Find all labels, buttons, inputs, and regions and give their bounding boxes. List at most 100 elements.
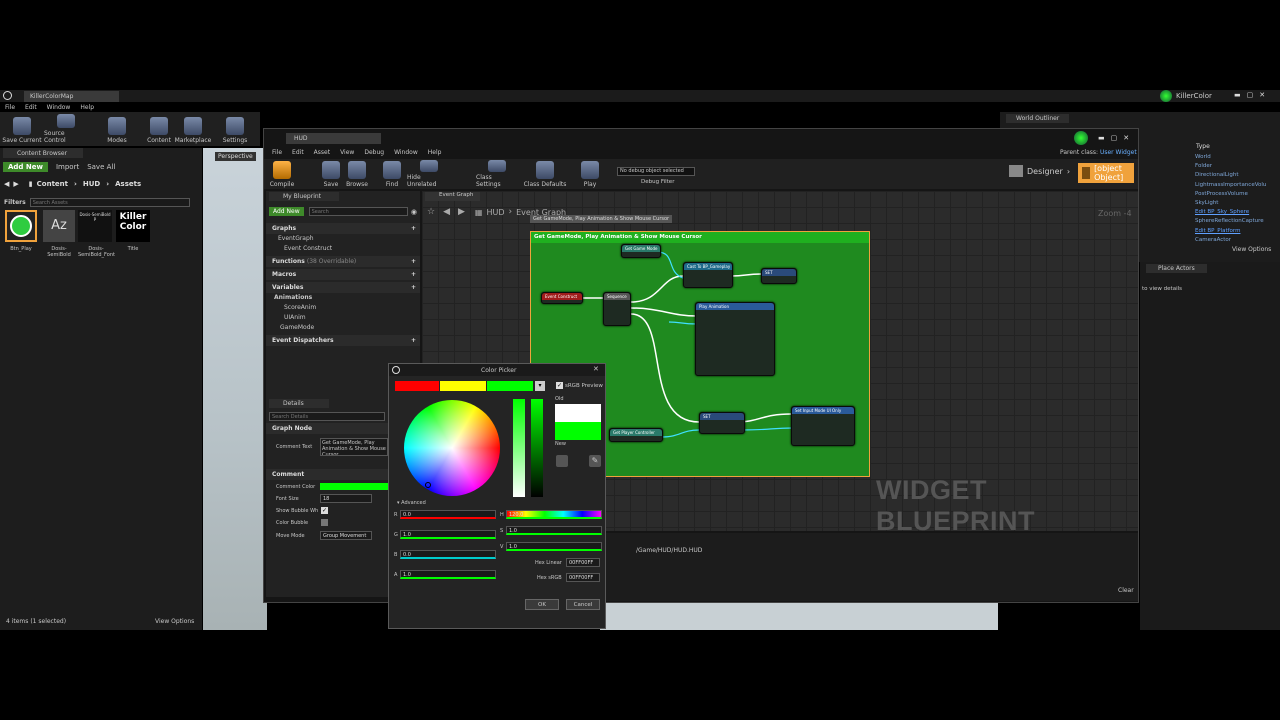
set-input-mode-node[interactable]: Set Input Mode UI Only	[791, 406, 855, 446]
crumb-content[interactable]: Content	[37, 180, 68, 188]
forward-arrow-icon[interactable]: ▶	[13, 180, 18, 188]
sequence-node[interactable]: Sequence	[603, 292, 631, 326]
channel-a-input[interactable]: 1.0	[400, 570, 496, 579]
event-construct-item[interactable]: Event Construct	[266, 244, 420, 254]
crumb-assets[interactable]: Assets	[115, 180, 141, 188]
set-gamemode-node[interactable]: SET	[761, 268, 797, 284]
outliner-item[interactable]: World	[1195, 153, 1266, 162]
my-bp-search-input[interactable]: Search	[308, 207, 408, 216]
wheel-selector[interactable]	[425, 482, 431, 488]
settings-button[interactable]: Settings	[220, 114, 250, 144]
compile-button[interactable]: Compile	[267, 160, 297, 188]
channel-v-input[interactable]: 1.0	[506, 542, 602, 551]
import-button[interactable]: Import	[56, 163, 79, 171]
close-icon[interactable]: ✕	[593, 365, 599, 373]
asset-tile[interactable]: Killer Color Title	[116, 210, 150, 260]
comment-section[interactable]: Comment	[266, 469, 390, 480]
theme-color-swatch[interactable]	[487, 381, 533, 391]
ok-button[interactable]: OK	[525, 599, 559, 610]
breadcrumb-root[interactable]: HUD	[486, 208, 504, 217]
source-control-button[interactable]: Source Control	[44, 114, 88, 144]
add-icon[interactable]: +	[411, 258, 416, 265]
content-button[interactable]: Content	[142, 114, 176, 144]
details-search-input[interactable]: Search Details	[269, 412, 385, 421]
graphs-section[interactable]: Graphs +	[266, 223, 420, 234]
get-player-controller-node[interactable]: Get Player Controller	[609, 428, 663, 442]
minimize-icon[interactable]: ▬	[1098, 134, 1105, 142]
bp-tab[interactable]: HUD	[286, 133, 381, 144]
save-all-button[interactable]: Save All	[87, 163, 115, 171]
place-actors-tab[interactable]: Place Actors	[1146, 264, 1207, 273]
clear-button[interactable]: Clear	[1118, 587, 1134, 594]
comment-color-swatch[interactable]	[320, 483, 390, 490]
bp-menu-file[interactable]: File	[272, 149, 282, 156]
color-wheel[interactable]	[404, 400, 500, 496]
viewport[interactable]: Perspective	[203, 148, 267, 630]
class-defaults-button[interactable]: Class Defaults	[523, 160, 567, 188]
value-slider[interactable]	[531, 399, 543, 497]
channel-b-input[interactable]: 0.0	[400, 550, 496, 559]
outliner-item[interactable]: SphereReflectionCapture	[1195, 217, 1266, 226]
event-graph-item[interactable]: EventGraph	[266, 234, 420, 244]
outliner-item[interactable]: CameraActor	[1195, 236, 1266, 245]
channel-g-input[interactable]: 1.0	[400, 530, 496, 539]
bp-menu-asset[interactable]: Asset	[314, 149, 330, 156]
debug-object-select[interactable]: No debug object selected	[617, 167, 695, 176]
world-outliner-tab[interactable]: World Outliner	[1006, 114, 1070, 123]
add-icon[interactable]: +	[411, 271, 416, 278]
menu-file[interactable]: File	[5, 104, 15, 111]
get-game-mode-node[interactable]: Get Game Mode	[621, 244, 661, 258]
graph-tab[interactable]: [object Object]	[1078, 163, 1134, 183]
outliner-item[interactable]: LightmassImportanceVolu	[1195, 181, 1266, 190]
save-current-button[interactable]: Save Current	[2, 114, 42, 144]
saturation-slider[interactable]	[513, 399, 525, 497]
eye-icon[interactable]: ◉	[411, 208, 417, 216]
theme-dropdown-button[interactable]: ▾	[535, 381, 545, 391]
variables-section[interactable]: Variables +	[266, 282, 420, 293]
outliner-view-options[interactable]: View Options	[1232, 246, 1271, 253]
theme-color-swatch[interactable]	[395, 381, 439, 391]
bp-menu-help[interactable]: Help	[428, 149, 442, 156]
theme-color-swatch[interactable]	[440, 381, 486, 391]
forward-arrow-icon[interactable]: ▶	[458, 207, 465, 217]
color-wheel-icon[interactable]	[556, 455, 568, 467]
menu-help[interactable]: Help	[80, 104, 94, 111]
back-arrow-icon[interactable]: ◀	[4, 180, 9, 188]
menu-edit[interactable]: Edit	[25, 104, 37, 111]
hex-srgb-input[interactable]: 00FF00FF	[566, 573, 600, 582]
set-show-cursor-node[interactable]: SET	[699, 412, 745, 434]
hex-linear-input[interactable]: 00FF00FF	[566, 558, 600, 567]
bp-menu-view[interactable]: View	[340, 149, 354, 156]
maximize-icon[interactable]: ▢	[1247, 91, 1254, 99]
cb-view-options[interactable]: View Options	[155, 618, 194, 625]
anim-variable[interactable]: ScoreAnim	[266, 303, 420, 313]
channel-h-input[interactable]: 120.0	[506, 510, 602, 519]
designer-tab[interactable]: Designer ›	[1009, 165, 1070, 177]
close-icon[interactable]: ✕	[1259, 91, 1265, 99]
cast-node[interactable]: Cast To BP_Gameplay	[683, 262, 733, 288]
search-assets-input[interactable]: Search Assets	[29, 198, 190, 207]
marketplace-button[interactable]: Marketplace	[174, 114, 212, 144]
outliner-item[interactable]: DirectionalLight	[1195, 171, 1266, 180]
asset-tile[interactable]: Dosis-SemiBold P Dosis-SemiBold_Font	[78, 210, 115, 260]
anim-variable[interactable]: UIAnim	[266, 313, 420, 323]
bp-menu-debug[interactable]: Debug	[364, 149, 384, 156]
bp-menu-edit[interactable]: Edit	[292, 149, 304, 156]
asset-tile[interactable]: Az Dosis-SemiBold	[43, 210, 75, 260]
add-icon[interactable]: +	[411, 337, 416, 344]
star-icon[interactable]: ☆	[427, 207, 435, 217]
event-graph-tab[interactable]: Event Graph	[425, 192, 480, 201]
browse-button[interactable]: Browse	[344, 160, 370, 188]
outliner-item[interactable]: SkyLight	[1195, 199, 1266, 208]
play-animation-node[interactable]: Play Animation	[695, 302, 775, 376]
menu-window[interactable]: Window	[47, 104, 71, 111]
crumb-hud[interactable]: HUD	[83, 180, 100, 188]
srgb-preview-checkbox[interactable]: ✓	[556, 382, 563, 389]
graph-node-section[interactable]: Graph Node	[266, 423, 390, 434]
minimize-icon[interactable]: ▬	[1234, 91, 1241, 99]
comment-text-field[interactable]: Get GameMode, Play Animation & Show Mous…	[320, 438, 388, 456]
outliner-item[interactable]: Edit BP_Sky_Sphere	[1195, 208, 1266, 217]
animations-category[interactable]: Animations	[266, 293, 420, 303]
my-blueprint-tab[interactable]: My Blueprint	[269, 192, 339, 201]
maximize-icon[interactable]: ▢	[1111, 134, 1118, 142]
